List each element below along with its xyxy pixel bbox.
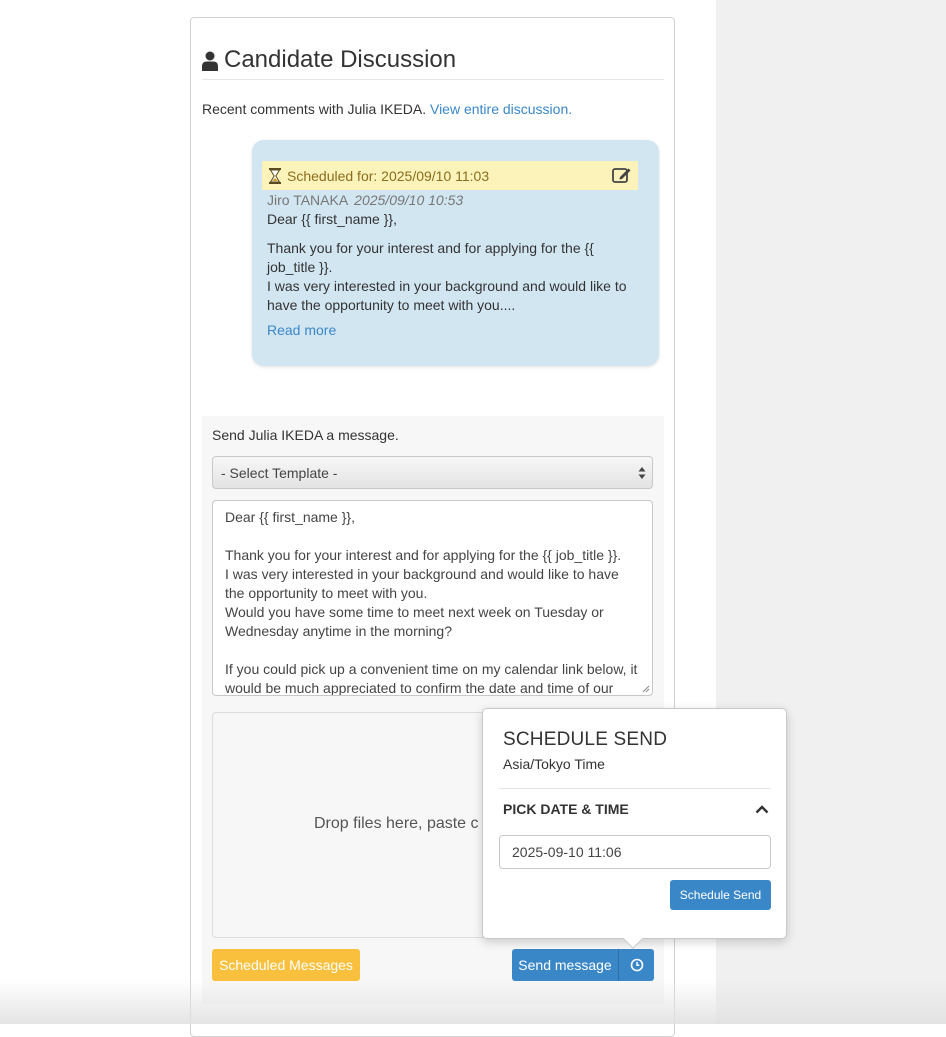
datetime-value: 2025-09-10 11:06 — [512, 844, 622, 860]
dropzone-text: Drop files here, paste c — [314, 815, 479, 832]
pick-date-time-header[interactable]: PICK DATE & TIME — [503, 801, 769, 817]
recent-comments-text: Recent comments with Julia IKEDA. — [202, 101, 427, 117]
template-select-value: - Select Template - — [221, 464, 338, 481]
message-line: Dear {{ first_name }}, — [225, 509, 355, 525]
message-line: If you could pick up a convenient time o… — [225, 661, 638, 696]
scheduled-for-text: Scheduled for: 2025/09/10 11:03 — [287, 167, 490, 184]
message-line: Would you have some time to meet next we… — [225, 604, 604, 639]
recent-comments-line: Recent comments with Julia IKEDA. View e… — [202, 101, 572, 117]
schedule-send-popover: SCHEDULE SEND Asia/Tokyo Time PICK DATE … — [482, 708, 787, 949]
comment-bubble: Scheduled for: 2025/09/10 11:03 Jiro TAN… — [252, 140, 659, 366]
schedule-send-button[interactable]: Schedule Send — [670, 880, 771, 910]
view-entire-discussion-link[interactable]: View entire discussion. — [430, 101, 572, 117]
clock-icon — [630, 958, 643, 972]
datetime-input[interactable]: 2025-09-10 11:06 — [499, 835, 771, 869]
template-select[interactable]: - Select Template - — [212, 456, 653, 489]
message-line: Thank you for your interest and for appl… — [225, 547, 622, 563]
chevron-up-icon[interactable] — [755, 804, 769, 814]
timezone-label: Asia/Tokyo Time — [503, 756, 605, 772]
comment-meta: Jiro TANAKA 2025/09/10 10:53 — [267, 192, 463, 208]
resize-handle-icon[interactable] — [642, 685, 650, 693]
comment-line-1: Thank you for your interest and for appl… — [267, 240, 594, 275]
panel-title-text: Candidate Discussion — [224, 45, 457, 73]
select-arrows-icon — [638, 467, 646, 479]
schedule-send-toggle-button[interactable] — [618, 949, 654, 981]
comment-body: Dear {{ first_name }}, Thank you for you… — [267, 210, 642, 315]
panel-title: Candidate Discussion — [202, 40, 664, 80]
hourglass-icon — [269, 167, 281, 184]
send-message-button[interactable]: Send message — [512, 949, 618, 981]
message-line: I was very interested in your background… — [225, 566, 619, 601]
pick-date-time-label: PICK DATE & TIME — [503, 801, 629, 817]
comment-timestamp: 2025/09/10 10:53 — [354, 192, 464, 208]
comment-author: Jiro TANAKA — [267, 192, 349, 208]
popover-divider — [499, 788, 771, 789]
compose-label: Send Julia IKEDA a message. — [212, 427, 399, 443]
read-more-link[interactable]: Read more — [267, 322, 336, 338]
popover-title: SCHEDULE SEND — [503, 729, 668, 750]
scheduled-messages-button[interactable]: Scheduled Messages — [212, 949, 360, 981]
user-icon — [202, 51, 218, 71]
message-textarea[interactable]: Dear {{ first_name }}, Thank you for you… — [212, 500, 653, 696]
scheduled-banner: Scheduled for: 2025/09/10 11:03 — [262, 161, 638, 190]
comment-greeting: Dear {{ first_name }}, — [267, 211, 397, 227]
edit-icon[interactable] — [612, 166, 632, 184]
comment-line-2: I was very interested in your background… — [267, 278, 627, 313]
